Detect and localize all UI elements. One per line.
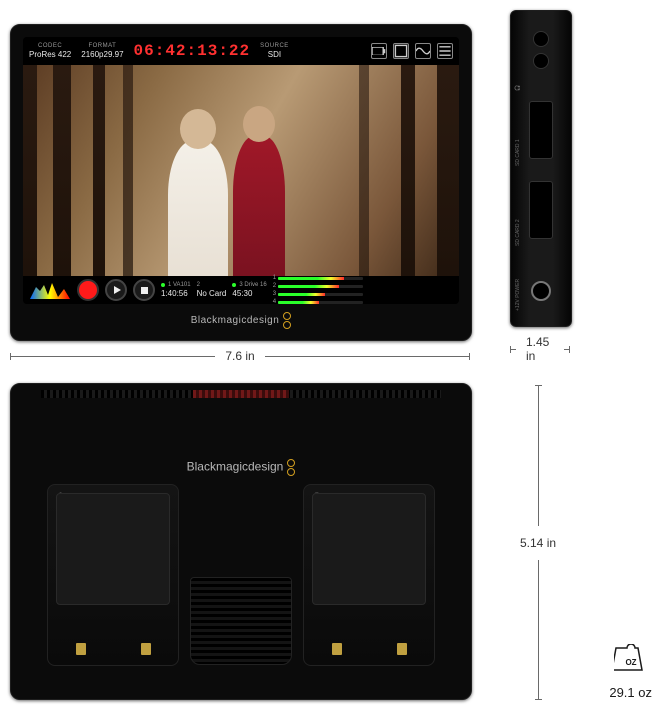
battery-icon[interactable] (371, 43, 387, 59)
drive-2-status[interactable]: 2 No Card (197, 282, 227, 298)
source-readout[interactable]: SOURCE SDI (260, 43, 289, 59)
device-side-view: 🎧 SD CARD 1 SD CARD 2 +12V POWER (510, 10, 572, 327)
play-button[interactable] (105, 279, 127, 301)
top-vents (41, 390, 441, 398)
headphone-label: 🎧 (515, 85, 521, 91)
menu-icon[interactable] (437, 43, 453, 59)
weight-icon: OZ (614, 644, 648, 679)
audio-jack (533, 53, 549, 69)
histogram-icon[interactable] (29, 281, 71, 299)
lut-icon[interactable] (393, 43, 409, 59)
format-readout[interactable]: FORMAT 2160p29.97 (81, 43, 123, 59)
sd-card-slot-2 (529, 181, 553, 239)
status-bar-bottom: 1 VA101 1:40:56 2 No Card 3 Drive 16 45:… (23, 276, 459, 304)
brand-logo: Blackmagicdesign (11, 311, 471, 330)
audio-meters[interactable]: 1 2 3 4 (273, 275, 363, 304)
headphone-jack (533, 31, 549, 47)
timecode[interactable]: 06:42:13:22 (134, 42, 251, 60)
height-dimension: 5.14 in (520, 385, 556, 700)
sd1-label: SD CARD 1 (515, 139, 521, 166)
device-rear-view: Blackmagicdesign 1 2 (10, 383, 472, 700)
power-label: +12V POWER (515, 279, 521, 311)
device-front-view: HDR I2G SDI CODEC ProRes 422 FORMAT 2160… (10, 24, 472, 341)
width-dimension: 7.6 in (10, 349, 470, 363)
sd2-label: SD CARD 2 (515, 219, 521, 246)
sd-card-slot-1 (529, 101, 553, 159)
weight-value: 29.1 oz (609, 685, 652, 700)
brand-logo-rear: Blackmagicdesign (11, 458, 471, 477)
record-button[interactable] (77, 279, 99, 301)
drive-3-status[interactable]: 3 Drive 16 45:30 (232, 282, 266, 298)
depth-dimension: 1.45 in (510, 335, 570, 363)
fan-grille (190, 577, 292, 665)
battery-plate-1: 1 (47, 484, 179, 666)
codec-readout[interactable]: CODEC ProRes 422 (29, 43, 71, 59)
status-bar-top: CODEC ProRes 422 FORMAT 2160p29.97 06:42… (23, 37, 459, 65)
stop-button[interactable] (133, 279, 155, 301)
svg-text:OZ: OZ (625, 658, 636, 667)
weight-spec: OZ 29.1 oz (609, 644, 652, 700)
video-preview[interactable] (23, 65, 459, 276)
screen[interactable]: CODEC ProRes 422 FORMAT 2160p29.97 06:42… (23, 37, 459, 304)
drive-1-status[interactable]: 1 VA101 1:40:56 (161, 282, 191, 298)
power-port (531, 281, 551, 301)
battery-plate-2: 2 (303, 484, 435, 666)
scopes-icon[interactable] (415, 43, 431, 59)
